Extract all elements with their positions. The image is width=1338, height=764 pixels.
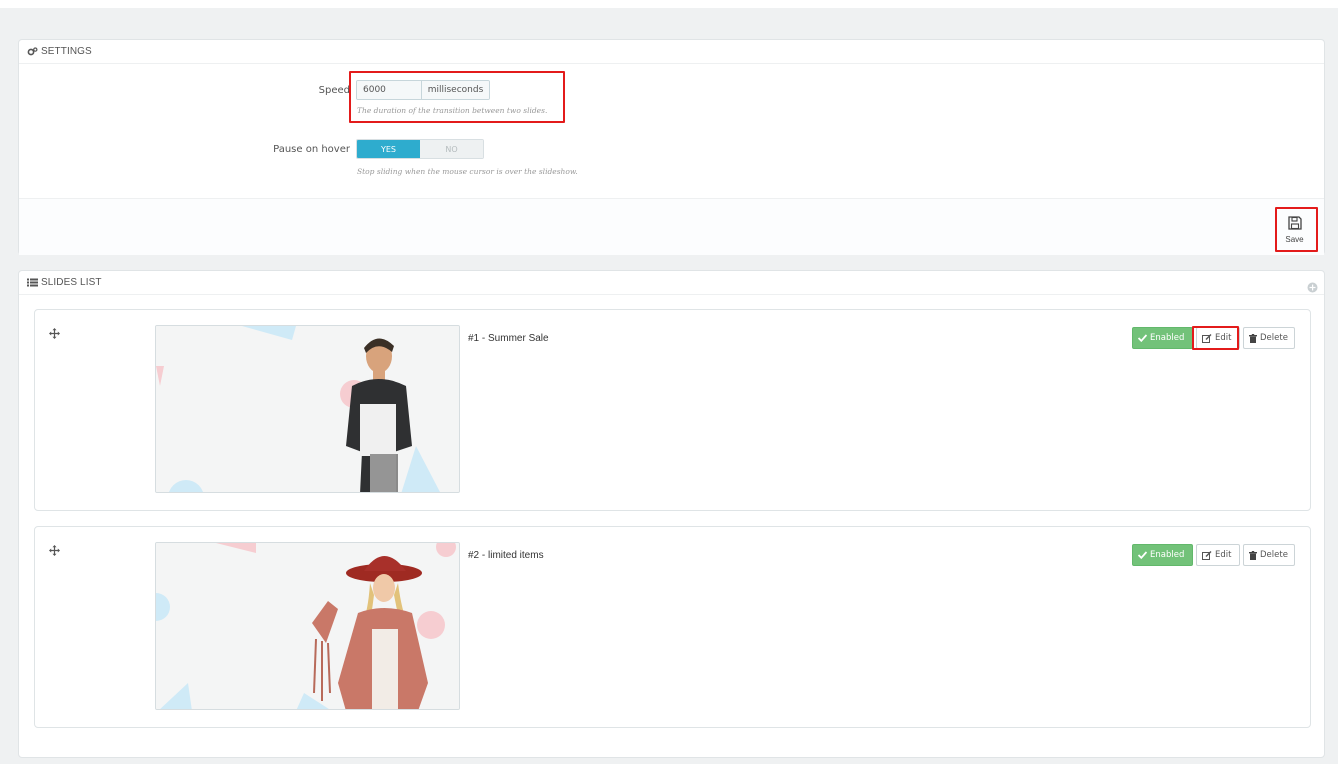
- pause-label: Pause on hover: [273, 144, 350, 155]
- delete-label: Delete: [1260, 333, 1288, 343]
- pause-no-option[interactable]: NO: [420, 140, 483, 158]
- edit-button[interactable]: Edit: [1196, 327, 1240, 349]
- speed-input-group: milliseconds: [356, 80, 490, 100]
- save-button[interactable]: Save: [1276, 209, 1313, 249]
- cogs-icon: [27, 47, 38, 56]
- slides-list-title: SLIDES LIST: [41, 277, 102, 288]
- pause-on-hover-switch[interactable]: YES NO: [356, 139, 484, 159]
- slide-actions: Enabled Edit Delete: [1132, 544, 1295, 566]
- move-icon[interactable]: [49, 541, 60, 560]
- settings-title: SETTINGS: [41, 46, 92, 57]
- slide-thumbnail: [155, 542, 460, 710]
- edit-label: Edit: [1215, 550, 1232, 560]
- delete-button[interactable]: Delete: [1243, 544, 1295, 566]
- add-slide-icon[interactable]: [1307, 278, 1318, 297]
- enabled-label: Enabled: [1150, 333, 1185, 343]
- save-label: Save: [1285, 234, 1304, 244]
- edit-label: Edit: [1215, 333, 1232, 343]
- edit-icon: [1202, 550, 1212, 560]
- settings-header: SETTINGS: [19, 40, 1324, 64]
- speed-unit: milliseconds: [421, 81, 489, 99]
- trash-icon: [1249, 550, 1257, 560]
- list-icon: [27, 278, 38, 287]
- move-icon[interactable]: [49, 324, 60, 343]
- speed-help: The duration of the transition between t…: [357, 106, 548, 115]
- slide-actions: Enabled Edit Delete: [1132, 327, 1295, 349]
- slide-title: #2 - limited items: [468, 550, 544, 561]
- check-icon: [1138, 334, 1147, 342]
- speed-input[interactable]: [357, 81, 421, 99]
- edit-icon: [1202, 333, 1212, 343]
- pause-help: Stop sliding when the mouse cursor is ov…: [357, 167, 578, 176]
- slides-list-panel: SLIDES LIST #1 - Summer Sale Enabled Edi…: [18, 270, 1325, 758]
- slides-list-header: SLIDES LIST: [19, 271, 1324, 295]
- slide-thumbnail: [155, 325, 460, 493]
- settings-panel: SETTINGS Speed milliseconds The duration…: [18, 39, 1325, 255]
- enabled-button[interactable]: Enabled: [1132, 327, 1193, 349]
- slide-title: #1 - Summer Sale: [468, 333, 549, 344]
- edit-button[interactable]: Edit: [1196, 544, 1240, 566]
- top-bar: [0, 0, 1338, 8]
- check-icon: [1138, 551, 1147, 559]
- enabled-button[interactable]: Enabled: [1132, 544, 1193, 566]
- delete-label: Delete: [1260, 550, 1288, 560]
- save-icon: [1287, 215, 1303, 234]
- enabled-label: Enabled: [1150, 550, 1185, 560]
- pause-yes-option[interactable]: YES: [357, 140, 420, 158]
- trash-icon: [1249, 333, 1257, 343]
- delete-button[interactable]: Delete: [1243, 327, 1295, 349]
- speed-label: Speed: [318, 85, 350, 96]
- slide-item: #2 - limited items Enabled Edit Delete: [34, 526, 1311, 728]
- slide-item: #1 - Summer Sale Enabled Edit Delete: [34, 309, 1311, 511]
- settings-footer: Save: [19, 198, 1324, 255]
